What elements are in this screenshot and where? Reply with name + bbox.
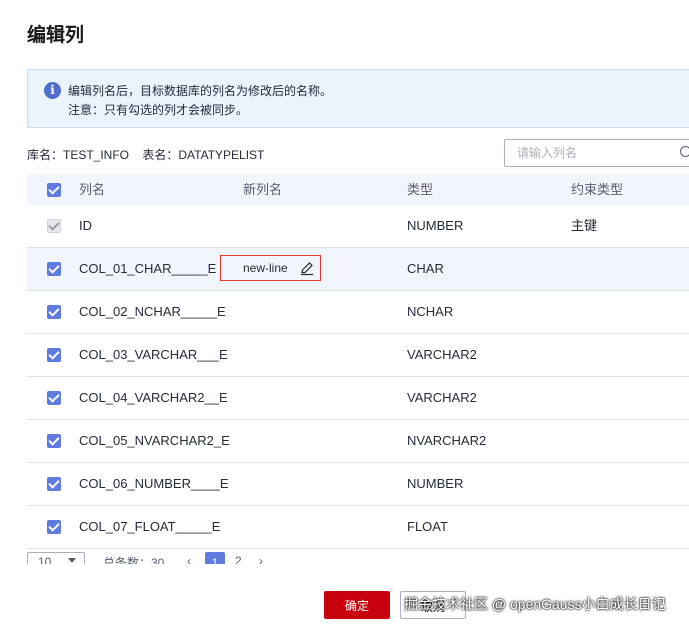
table-meta: 库名：TEST_INFO 表名：DATATYPELIST (27, 146, 274, 163)
column-name: COL_06_NUMBER____E (79, 476, 229, 491)
table-row: COL_02_NCHAR_____E NCHAR (27, 291, 689, 334)
column-constraint: 主键 (571, 218, 598, 233)
new-name-edit-field[interactable]: new-line (220, 255, 321, 281)
row-checkbox[interactable] (47, 463, 61, 505)
table-row: ID NUMBER 主键 (27, 205, 689, 248)
column-type: VARCHAR2 (407, 347, 477, 362)
search-icon[interactable] (680, 146, 689, 157)
column-type: VARCHAR2 (407, 390, 477, 405)
table-row: COL_04_VARCHAR2__E VARCHAR2 (27, 377, 689, 420)
new-name-value[interactable]: new-line (243, 256, 288, 280)
column-type: NCHAR (407, 304, 454, 319)
table-row: COL_03_VARCHAR___E VARCHAR2 (27, 334, 689, 377)
column-name: COL_03_VARCHAR___E (79, 347, 228, 362)
column-name: COL_01_CHAR_____E (79, 261, 217, 276)
column-name: COL_02_NCHAR_____E (79, 304, 226, 319)
page-1-button[interactable]: 1 (205, 552, 225, 564)
table-row: COL_07_FLOAT_____E FLOAT (27, 506, 689, 549)
column-type: NUMBER (407, 476, 464, 491)
row-checkbox[interactable] (47, 420, 61, 462)
column-name: COL_04_VARCHAR2__E (79, 390, 228, 405)
page-2-button[interactable]: 2 (235, 554, 242, 564)
column-type: NVARCHAR2 (407, 433, 487, 448)
column-type: NUMBER (407, 218, 464, 233)
page-size-select[interactable]: 10 (27, 552, 85, 564)
table-header: 列名 新列名 类型 约束类型 (27, 174, 689, 205)
column-type: CHAR (407, 261, 444, 276)
page-size-value: 10 (38, 555, 52, 564)
header-new-name: 新列名 (243, 182, 283, 197)
table-row: COL_05_NVARCHAR2_E NVARCHAR2 (27, 420, 689, 463)
columns-table: 列名 新列名 类型 约束类型 ID NUMBER 主键 COL_01_CHAR_… (27, 174, 689, 549)
dialog-title: 编辑列 (27, 25, 85, 46)
header-name: 列名 (79, 182, 106, 197)
select-all-checkbox[interactable] (47, 174, 61, 205)
search-input[interactable] (515, 145, 669, 161)
total-count: 总条数：30 (103, 556, 165, 564)
notice-line-1: 编辑列名后，目标数据库的列名为修改后的名称。 (68, 84, 333, 98)
table-row: COL_01_CHAR_____E new-line CHAR (27, 248, 689, 291)
next-page-icon[interactable]: › (259, 554, 263, 564)
header-constraint: 约束类型 (571, 182, 624, 197)
column-name: COL_05_NVARCHAR2_E (79, 433, 230, 448)
table-row: COL_06_NUMBER____E NUMBER (27, 463, 689, 506)
column-type: FLOAT (407, 519, 448, 534)
info-notice: i 编辑列名后，目标数据库的列名为修改后的名称。 注意：只有勾选的列才会被同步。 (27, 69, 689, 128)
table-name: 表名：DATATYPELIST (142, 148, 265, 162)
row-checkbox[interactable] (47, 291, 61, 333)
column-name: ID (79, 218, 92, 233)
header-type: 类型 (407, 182, 434, 197)
row-checkbox[interactable] (47, 334, 61, 376)
row-checkbox (47, 205, 61, 247)
db-name: 库名：TEST_INFO (27, 148, 130, 162)
watermark: 掘金技术社区 @ openGauss小白成长日记 (404, 596, 666, 612)
prev-page-icon[interactable]: ‹ (187, 554, 191, 564)
notice-line-2: 注意：只有勾选的列才会被同步。 (68, 103, 249, 117)
pagination: 10 总条数：30 ‹ 1 2 › (27, 552, 687, 564)
row-checkbox[interactable] (47, 377, 61, 419)
pencil-icon[interactable] (299, 260, 315, 276)
info-icon: i (44, 82, 61, 99)
row-checkbox[interactable] (47, 506, 61, 548)
confirm-button[interactable]: 确定 (324, 591, 390, 619)
row-checkbox[interactable] (47, 248, 61, 290)
column-name: COL_07_FLOAT_____E (79, 519, 221, 534)
chevron-down-icon (68, 558, 76, 563)
column-search[interactable] (504, 139, 689, 167)
